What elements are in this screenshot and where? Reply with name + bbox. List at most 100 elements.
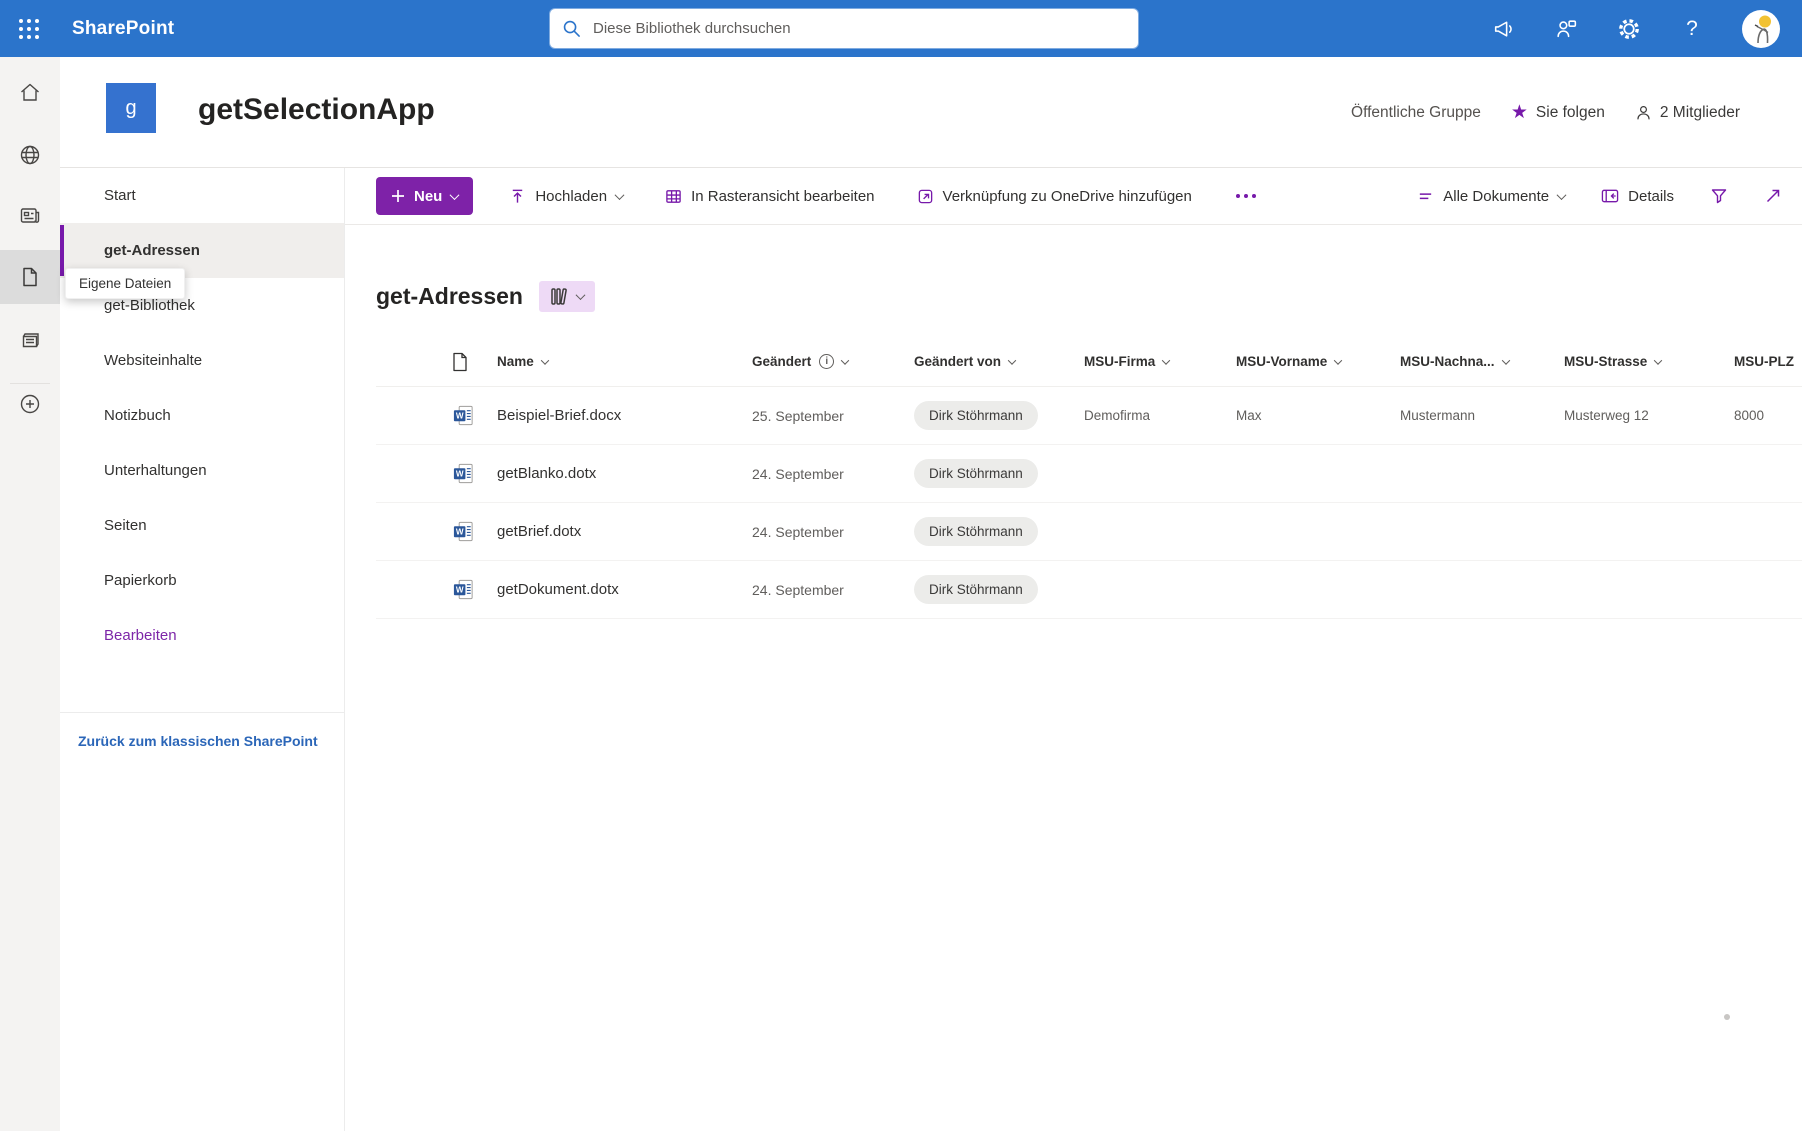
column-msu-plz[interactable]: MSU-PLZ: [1734, 354, 1802, 369]
home-icon: [18, 81, 42, 105]
msu-firma-value: Demofirma: [1084, 408, 1236, 423]
sharepoint-brand[interactable]: SharePoint: [72, 18, 174, 40]
follow-label: Sie folgen: [1536, 104, 1605, 122]
sidebar-item-papierkorb[interactable]: Papierkorb: [60, 553, 344, 608]
site-logo[interactable]: g: [106, 83, 156, 133]
msu-strasse-value: Musterweg 12: [1564, 408, 1734, 423]
person-feedback-icon: [1554, 16, 1579, 41]
column-msu-nachname[interactable]: MSU-Nachna...: [1400, 354, 1564, 369]
table-row[interactable]: W getBrief.dotx 24. September Dirk Stöhr…: [376, 503, 1802, 561]
upload-icon: [509, 188, 526, 205]
expand-button[interactable]: [1758, 186, 1788, 206]
column-modified-by[interactable]: Geändert von: [914, 354, 1084, 369]
feedback-button[interactable]: [1553, 16, 1579, 42]
details-pane-button[interactable]: Details: [1595, 187, 1680, 206]
new-button-label: Neu: [414, 188, 442, 205]
column-msu-strasse[interactable]: MSU-Strasse: [1564, 354, 1734, 369]
sidebar-item-start[interactable]: Start: [60, 168, 344, 223]
column-modified[interactable]: Geändert: [752, 354, 914, 369]
announcements-button[interactable]: [1490, 16, 1516, 42]
person-pill[interactable]: Dirk Stöhrmann: [914, 459, 1038, 488]
grid-icon: [665, 188, 682, 205]
msu-vorname-value: Max: [1236, 408, 1400, 423]
rail-create-button[interactable]: [0, 377, 60, 431]
tooltip-eigene-dateien: Eigene Dateien: [65, 268, 185, 299]
site-header: g getSelectionApp Öffentliche Gruppe ★ S…: [60, 57, 1802, 168]
account-avatar[interactable]: [1742, 10, 1780, 48]
word-file-icon: W: [452, 404, 497, 427]
grid-edit-button[interactable]: In Rasteransicht bearbeiten: [659, 187, 880, 206]
rail-home-button[interactable]: [0, 66, 60, 120]
sidebar-item-label: Seiten: [104, 517, 147, 534]
app-top-bar: SharePoint: [0, 0, 1802, 57]
table-row[interactable]: W getBlanko.dotx 24. September Dirk Stöh…: [376, 445, 1802, 503]
ellipsis-icon: [1244, 194, 1248, 198]
column-name[interactable]: Name: [497, 354, 752, 369]
members-button[interactable]: 2 Mitglieder: [1635, 104, 1740, 122]
modified-date: 24. September: [752, 466, 914, 482]
search-box[interactable]: [550, 9, 1138, 48]
chevron-down-icon: [1501, 356, 1509, 364]
group-type-label: Öffentliche Gruppe: [1351, 104, 1481, 122]
site-meta: Öffentliche Gruppe ★ Sie folgen 2 Mitgli…: [1351, 57, 1740, 168]
library-title: get-Adressen: [376, 283, 523, 310]
table-header-row: Name Geändert Geändert von: [376, 337, 1802, 387]
rail-sites-button[interactable]: [0, 128, 60, 182]
app-launcher-button[interactable]: [0, 0, 58, 57]
rail-lists-button[interactable]: [0, 313, 60, 367]
column-msu-firma[interactable]: MSU-Firma: [1084, 354, 1236, 369]
more-commands-button[interactable]: [1228, 193, 1264, 199]
onedrive-shortcut-button[interactable]: Verknüpfung zu OneDrive hinzufügen: [911, 187, 1198, 206]
sidebar-item-label: Start: [104, 187, 136, 204]
msu-plz-value: 8000: [1734, 408, 1802, 423]
new-button[interactable]: Neu: [376, 177, 473, 215]
details-pane-icon: [1601, 188, 1619, 204]
file-name[interactable]: getDokument.dotx: [497, 581, 752, 598]
filter-button[interactable]: [1704, 186, 1734, 206]
sidebar-item-label: Papierkorb: [104, 572, 177, 589]
avatar-image: [1743, 11, 1779, 47]
upload-button[interactable]: Hochladen: [503, 187, 629, 206]
scroll-indicator-dot: [1724, 1014, 1730, 1020]
sidebar-edit-link[interactable]: Bearbeiten: [60, 608, 344, 663]
table-row[interactable]: W Beispiel-Brief.docx 25. September Dirk…: [376, 387, 1802, 445]
column-msu-vorname[interactable]: MSU-Vorname: [1236, 354, 1400, 369]
person-pill[interactable]: Dirk Stöhrmann: [914, 517, 1038, 546]
table-row[interactable]: W getDokument.dotx 24. September Dirk St…: [376, 561, 1802, 619]
chevron-down-icon: [615, 190, 625, 200]
settings-button[interactable]: [1616, 16, 1642, 42]
books-icon: [550, 287, 568, 306]
globe-icon: [18, 143, 42, 167]
rail-documents-button[interactable]: [0, 250, 60, 304]
file-name[interactable]: Beispiel-Brief.docx: [497, 407, 752, 424]
rail-news-button[interactable]: [0, 189, 60, 243]
search-input[interactable]: [591, 19, 1126, 38]
column-file-type[interactable]: [452, 352, 497, 372]
sidebar-item-notizbuch[interactable]: Notizbuch: [60, 388, 344, 443]
person-pill[interactable]: Dirk Stöhrmann: [914, 575, 1038, 604]
sidebar-item-websiteinhalte[interactable]: Websiteinhalte: [60, 333, 344, 388]
sidebar-item-label: Notizbuch: [104, 407, 171, 424]
library-view-pill-button[interactable]: [539, 281, 595, 312]
file-icon: [452, 352, 468, 372]
lists-icon: [18, 328, 42, 352]
file-name[interactable]: getBlanko.dotx: [497, 465, 752, 482]
sidebar-item-seiten[interactable]: Seiten: [60, 498, 344, 553]
classic-sharepoint-link[interactable]: Zurück zum klassischen SharePoint: [60, 713, 344, 749]
sidebar-item-label: Unterhaltungen: [104, 462, 207, 479]
chevron-down-icon: [1008, 356, 1016, 364]
modified-date: 25. September: [752, 408, 914, 424]
person-pill[interactable]: Dirk Stöhrmann: [914, 401, 1038, 430]
sidebar-item-unterhaltungen[interactable]: Unterhaltungen: [60, 443, 344, 498]
modified-date: 24. September: [752, 524, 914, 540]
chevron-down-icon: [450, 190, 460, 200]
chevron-down-icon: [576, 290, 586, 300]
chevron-down-icon: [1334, 356, 1342, 364]
help-button[interactable]: [1679, 16, 1705, 42]
star-icon: ★: [1511, 103, 1528, 122]
chevron-down-icon: [1654, 356, 1662, 364]
follow-button[interactable]: ★ Sie folgen: [1511, 103, 1605, 122]
file-name[interactable]: getBrief.dotx: [497, 523, 752, 540]
view-selector-button[interactable]: Alle Dokumente: [1411, 187, 1571, 206]
document-list: get-Adressen: [345, 225, 1802, 1131]
